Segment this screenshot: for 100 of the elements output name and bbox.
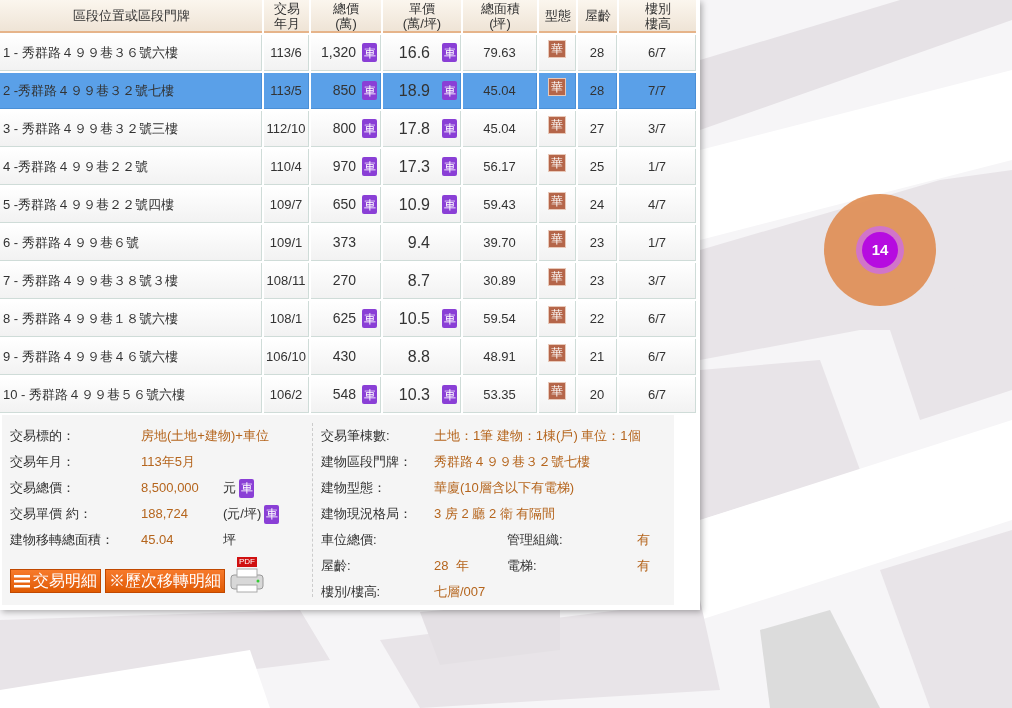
area-cell: 53.35 xyxy=(463,377,537,413)
detail-label: 屋齡: xyxy=(321,557,352,576)
age-cell: 22 xyxy=(578,301,617,337)
detail-unit: 元 xyxy=(223,479,236,498)
unit-price: 10.3 xyxy=(398,384,430,405)
age-cell: 20 xyxy=(578,377,617,413)
detail-unit: 坪 xyxy=(223,531,236,550)
address-cell[interactable]: 2 -秀群路４９９巷３２號七樓 xyxy=(0,73,262,109)
floor-cell: 7/7 xyxy=(619,73,696,109)
total-price: 625 xyxy=(332,309,356,328)
area-cell: 45.04 xyxy=(463,111,537,147)
column-header[interactable]: 總面積 (坪) xyxy=(463,0,537,33)
pdf-print-button[interactable]: PDF xyxy=(229,559,265,593)
building-type-badge: 華 xyxy=(548,153,566,172)
detail-value: 45.04 xyxy=(141,531,175,549)
building-type-badge: 華 xyxy=(548,115,566,134)
building-type-badge: 華 xyxy=(548,305,566,324)
total-price: 373 xyxy=(332,233,356,252)
unit-price: 10.9 xyxy=(398,194,430,215)
area-cell: 59.54 xyxy=(463,301,537,337)
age-cell: 24 xyxy=(578,187,617,223)
column-header[interactable]: 總價 (萬) xyxy=(311,0,381,33)
detail-value: 188,724 xyxy=(141,505,189,523)
unit-price: 18.9 xyxy=(398,80,430,101)
address-cell[interactable]: 3 - 秀群路４９９巷３２號三樓 xyxy=(0,111,262,147)
building-type-badge: 華 xyxy=(548,343,566,362)
address-cell[interactable]: 5 -秀群路４９９巷２２號四樓 xyxy=(0,187,262,223)
address-cell[interactable]: 8 - 秀群路４９９巷１８號六樓 xyxy=(0,301,262,337)
total-price: 800 xyxy=(332,119,356,138)
parking-badge: 車 xyxy=(362,119,377,138)
total-price: 850 xyxy=(332,81,356,100)
column-header[interactable]: 型態 xyxy=(539,0,576,33)
detail-value: 28 年 xyxy=(434,558,469,574)
address-cell[interactable]: 9 - 秀群路４９９巷４６號六樓 xyxy=(0,339,262,375)
total-price: 430 xyxy=(332,347,356,366)
age-cell: 28 xyxy=(578,73,617,109)
age-cell: 28 xyxy=(578,35,617,71)
unit-price: 8.8 xyxy=(407,346,430,367)
floor-cell: 6/7 xyxy=(619,339,696,375)
floor-cell: 3/7 xyxy=(619,111,696,147)
date-cell: 106/2 xyxy=(264,377,309,413)
total-price: 970 xyxy=(332,157,356,176)
detail-label: 管理組織: xyxy=(507,531,564,550)
address-cell[interactable]: 10 - 秀群路４９９巷５６號六樓 xyxy=(0,377,262,413)
floor-cell: 3/7 xyxy=(619,263,696,299)
date-cell: 108/11 xyxy=(264,263,309,299)
column-header[interactable]: 樓別 樓高 xyxy=(619,0,696,33)
floor-cell: 6/7 xyxy=(619,377,696,413)
age-cell: 25 xyxy=(578,149,617,185)
parking-badge: 車 xyxy=(362,43,377,62)
address-cell[interactable]: 7 - 秀群路４９９巷３８號３樓 xyxy=(0,263,262,299)
parking-badge: 車 xyxy=(442,43,457,62)
age-cell: 21 xyxy=(578,339,617,375)
area-cell: 45.04 xyxy=(463,73,537,109)
column-header[interactable]: 交易 年月 xyxy=(264,0,309,33)
age-cell: 27 xyxy=(578,111,617,147)
column-header[interactable]: 區段位置或區段門牌 xyxy=(0,0,262,33)
detail-value: 房地(土地+建物)+車位 xyxy=(141,427,269,445)
area-cell: 48.91 xyxy=(463,339,537,375)
menu-icon xyxy=(14,574,30,588)
parking-badge: 車 xyxy=(442,309,457,328)
detail-label: 交易總價： xyxy=(10,479,76,498)
parking-badge: 車 xyxy=(442,81,457,100)
date-cell: 106/10 xyxy=(264,339,309,375)
parking-badge: 車 xyxy=(362,157,377,176)
parking-badge: 車 xyxy=(442,385,457,404)
parking-badge: 車 xyxy=(362,81,377,100)
unit-price: 17.8 xyxy=(398,118,430,139)
parking-badge: 車 xyxy=(239,478,254,498)
building-type-badge: 華 xyxy=(548,77,566,96)
age-cell: 23 xyxy=(578,225,617,261)
parking-badge: 車 xyxy=(442,157,457,176)
detail-unit: (元/坪) xyxy=(223,505,262,524)
total-price: 270 xyxy=(332,271,356,290)
column-header[interactable]: 單價 (萬/坪) xyxy=(383,0,461,33)
parking-badge: 車 xyxy=(264,504,280,524)
detail-label: 建物現況格局： xyxy=(321,505,413,524)
unit-price: 9.4 xyxy=(407,232,430,253)
floor-cell: 1/7 xyxy=(619,149,696,185)
unit-price: 16.6 xyxy=(398,42,430,63)
date-cell: 112/10 xyxy=(264,111,309,147)
building-type-badge: 華 xyxy=(548,381,566,400)
detail-label: 交易單價 約： xyxy=(10,505,93,524)
column-header[interactable]: 屋齡 xyxy=(578,0,617,33)
date-cell: 113/6 xyxy=(264,35,309,71)
floor-cell: 6/7 xyxy=(619,35,696,71)
parking-badge: 車 xyxy=(362,385,377,404)
parking-badge: 車 xyxy=(442,195,457,214)
address-cell[interactable]: 4 -秀群路４９９巷２２號 xyxy=(0,149,262,185)
floor-cell: 6/7 xyxy=(619,301,696,337)
date-cell: 110/4 xyxy=(264,149,309,185)
area-cell: 39.70 xyxy=(463,225,537,261)
detail-label: 交易筆棟數: xyxy=(321,427,391,446)
detail-label: 車位總價: xyxy=(321,531,378,550)
address-cell[interactable]: 6 - 秀群路４９９巷６號 xyxy=(0,225,262,261)
building-type-badge: 華 xyxy=(548,39,566,58)
area-cell: 79.63 xyxy=(463,35,537,71)
total-price: 650 xyxy=(332,195,356,214)
detail-value: 有 xyxy=(637,557,650,576)
address-cell[interactable]: 1 - 秀群路４９９巷３６號六樓 xyxy=(0,35,262,71)
